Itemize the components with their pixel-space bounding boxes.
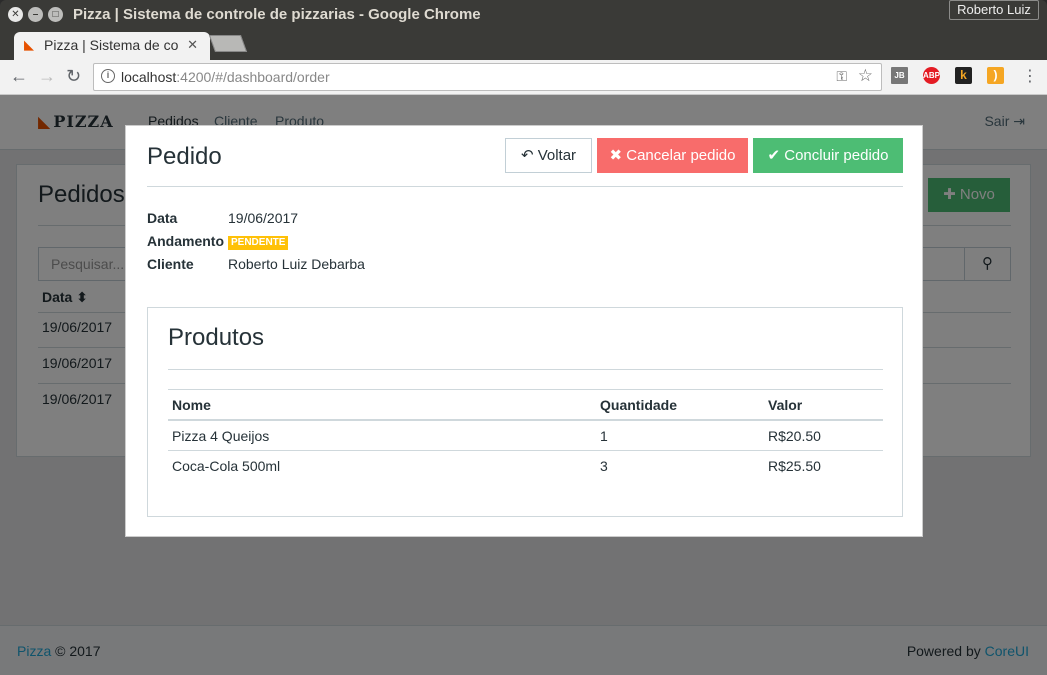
check-icon: ✔ <box>767 147 781 164</box>
bookmark-star-icon[interactable]: ☆ <box>858 66 873 86</box>
divider <box>147 186 903 187</box>
date-label: Data <box>147 210 178 226</box>
address-bar[interactable]: i localhost:4200/#/dashboard/order ⚿ ☆ <box>93 63 882 91</box>
client-value: Roberto Luiz Debarba <box>228 256 365 272</box>
products-title: Produtos <box>168 324 265 351</box>
forward-arrow-icon[interactable]: → <box>38 66 56 87</box>
product-name: Coca-Cola 500ml <box>172 458 281 474</box>
abp-icon[interactable]: ABP <box>923 67 940 84</box>
key-icon[interactable]: ⚿ <box>836 68 847 85</box>
jb-icon[interactable]: JB <box>891 67 908 84</box>
back-button[interactable]: ↶ Voltar <box>505 138 592 173</box>
divider <box>168 369 883 370</box>
complete-order-button[interactable]: ✔ Concluir pedido <box>753 138 903 173</box>
table-header-border <box>168 419 883 421</box>
rss-icon[interactable]: ) <box>987 67 1004 84</box>
column-header-nome: Nome <box>172 397 211 413</box>
reload-icon[interactable]: ↻ <box>66 66 81 87</box>
menu-icon[interactable]: ⋮ <box>1022 66 1038 86</box>
status-label: Andamento <box>147 233 224 249</box>
status-badge: PENDENTE <box>228 236 289 250</box>
back-arrow-icon[interactable]: ← <box>10 66 28 87</box>
close-icon: ✖ <box>609 147 623 164</box>
browser-toolbar: ← → ↻ i localhost:4200/#/dashboard/order… <box>0 60 1047 95</box>
window-minimize-button[interactable]: – <box>28 7 43 22</box>
cancel-order-button[interactable]: ✖ Cancelar pedido <box>597 138 748 173</box>
new-tab-button[interactable] <box>208 35 248 52</box>
product-value: R$25.50 <box>768 458 821 474</box>
tab-strip: ◣ Pizza | Sistema de co ✕ <box>0 30 1047 60</box>
product-qty: 1 <box>600 428 608 444</box>
profile-button[interactable]: Roberto Luiz <box>949 0 1039 20</box>
k-icon[interactable]: k <box>955 67 972 84</box>
url-text: localhost:4200/#/dashboard/order <box>121 69 330 85</box>
window-titlebar: ✕ – □ Pizza | Sistema de controle de piz… <box>0 0 1047 30</box>
window-close-button[interactable]: ✕ <box>8 7 23 22</box>
tab-title: Pizza | Sistema de co <box>44 37 179 53</box>
product-name: Pizza 4 Queijos <box>172 428 270 444</box>
product-value: R$20.50 <box>768 428 821 444</box>
window-title: Pizza | Sistema de controle de pizzarias… <box>73 6 481 23</box>
info-icon[interactable]: i <box>101 69 115 83</box>
product-qty: 3 <box>600 458 608 474</box>
column-header-valor: Valor <box>768 397 803 413</box>
table-row-divider <box>168 450 883 451</box>
order-modal: Pedido ↶ Voltar ✖ Cancelar pedido ✔ Conc… <box>125 125 923 537</box>
browser-tab[interactable]: ◣ Pizza | Sistema de co ✕ <box>14 32 210 60</box>
client-label: Cliente <box>147 256 194 272</box>
tab-close-icon[interactable]: ✕ <box>187 37 198 53</box>
window-maximize-button[interactable]: □ <box>48 7 63 22</box>
table-top-border <box>168 389 883 390</box>
pizza-icon: ◣ <box>24 37 34 52</box>
column-header-quantidade: Quantidade <box>600 397 678 413</box>
modal-title: Pedido <box>147 143 222 170</box>
reply-icon: ↶ <box>520 147 534 164</box>
products-card: Produtos Nome Quantidade Valor Pizza 4 Q… <box>147 307 903 517</box>
date-value: 19/06/2017 <box>228 210 299 226</box>
